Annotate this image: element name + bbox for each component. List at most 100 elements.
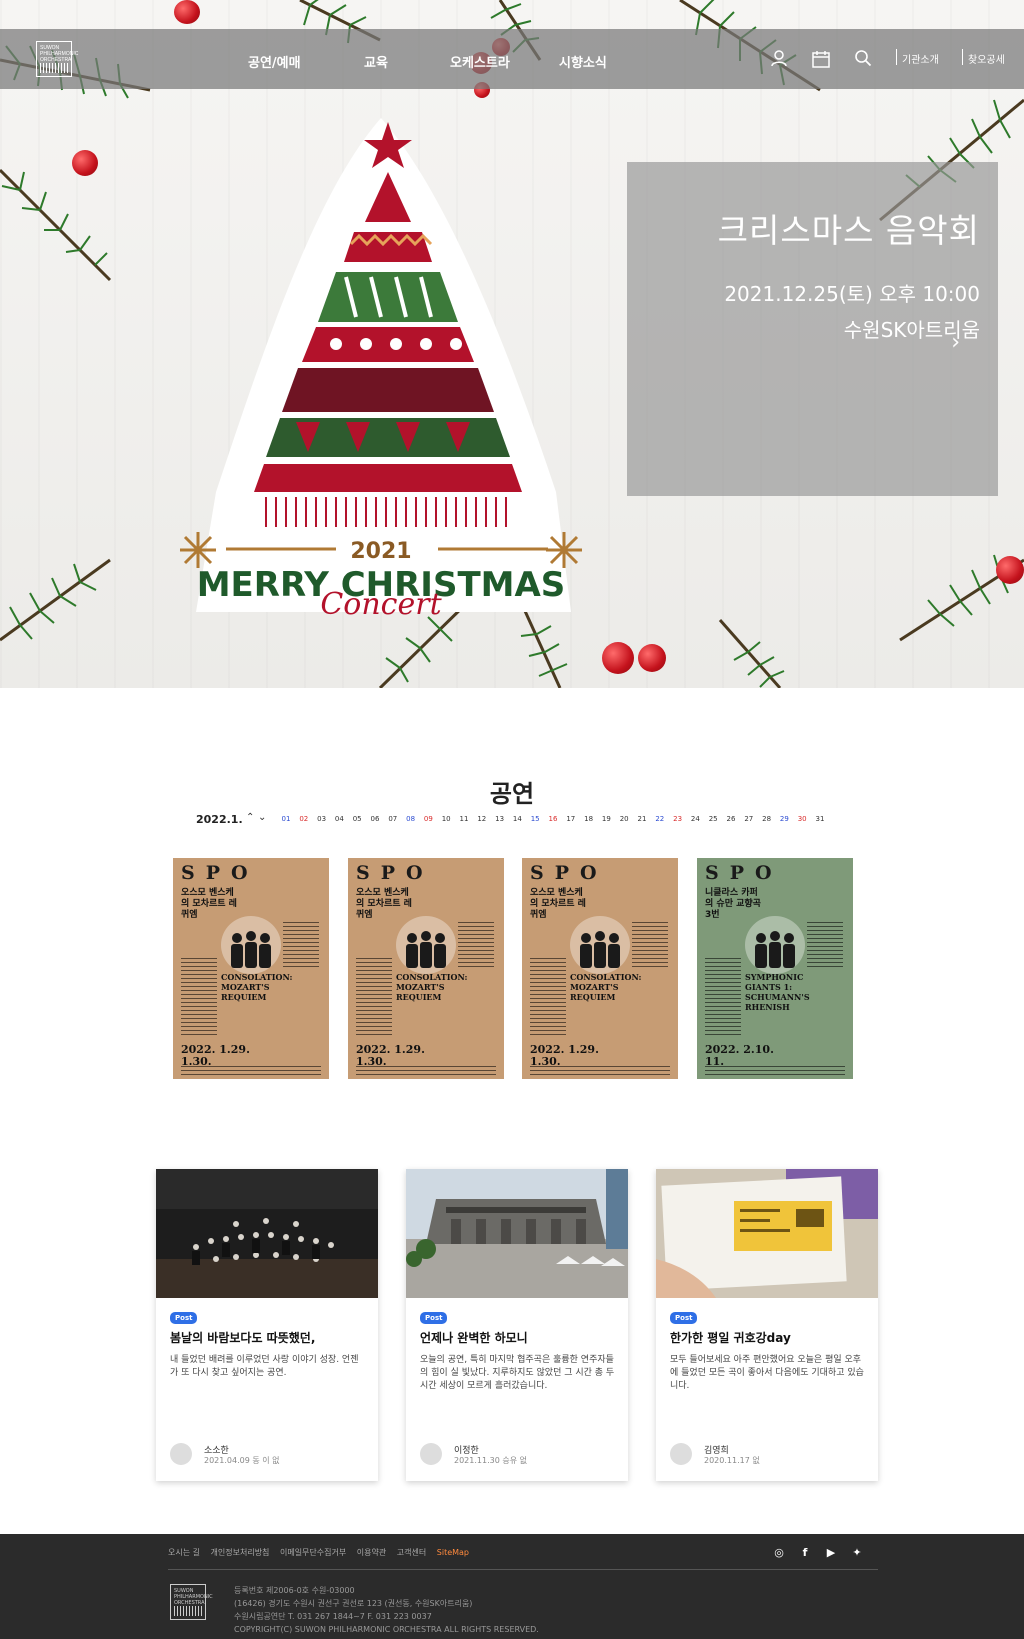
poster-korean-title: 오스모 벤스케의 모차르트 레퀴엠: [530, 888, 586, 920]
calendar-day[interactable]: 27: [743, 815, 755, 823]
top-navigation-bar: SUWON PHILHARMONIC ORCHESTRA 공연/예매 교육 오케…: [0, 29, 1024, 89]
footer-link-terms[interactable]: 이용약관: [357, 1548, 386, 1557]
link-secondary[interactable]: 찾오공세: [968, 51, 1005, 66]
calendar-day[interactable]: 17: [565, 815, 577, 823]
calendar-day[interactable]: 13: [494, 815, 506, 823]
performers-image: [580, 931, 620, 968]
orchestra-stage-photo: [156, 1169, 378, 1298]
calendar-day[interactable]: 05: [351, 815, 363, 823]
calendar-day[interactable]: 10: [440, 815, 452, 823]
poster-fineprint: [356, 958, 392, 1038]
hero-title: 크리스마스 음악회: [717, 211, 980, 250]
hero-info-panel[interactable]: 크리스마스 음악회 2021.12.25(토) 오후 10:00 수원SK아트리…: [627, 162, 998, 496]
calendar-day[interactable]: 26: [725, 815, 737, 823]
instagram-icon[interactable]: ◎: [772, 1546, 786, 1560]
hero-banner[interactable]: 2021 MERRY CHRISTMAS Concert 크리스마스 음악회 2…: [0, 0, 1024, 688]
facebook-icon[interactable]: f: [798, 1546, 812, 1560]
performance-card[interactable]: SPO 니클라스 카퍼의 슈만 교향곡 3번 SYMPHONIC GIANTS …: [697, 858, 853, 1079]
post-date: 2021.11.30 승유 없: [454, 1456, 527, 1465]
review-card[interactable]: Post 봄날의 바람보다도 따뜻했던, 내 들었던 배려를 이루었던 사랑 이…: [156, 1169, 378, 1481]
poster-subtitle: Concert: [320, 587, 442, 620]
twitter-icon[interactable]: ✦: [850, 1546, 864, 1560]
poster-date: 2022. 1.29. 1.30.: [356, 1043, 425, 1068]
calendar-day[interactable]: 22: [654, 815, 666, 823]
calendar-day[interactable]: 08: [405, 815, 417, 823]
footer-link-support[interactable]: 고객센터: [397, 1548, 426, 1557]
footer-divider: [168, 1569, 878, 1570]
chevron-right-icon[interactable]: ›: [951, 330, 960, 355]
post-title[interactable]: 봄날의 바람보다도 따뜻했던,: [170, 1329, 315, 1346]
calendar-day[interactable]: 09: [422, 815, 434, 823]
poster-korean-title: 오스모 벤스케의 모차르트 레퀴엠: [356, 888, 412, 920]
performers-image: [755, 931, 795, 968]
calendar-day[interactable]: 07: [387, 815, 399, 823]
calendar-day[interactable]: 31: [814, 815, 826, 823]
poster-fineprint: [807, 922, 843, 970]
link-about[interactable]: 기관소개: [902, 51, 939, 66]
calendar-day[interactable]: 23: [672, 815, 684, 823]
review-card[interactable]: Post 한가한 평일 귀호강day 모두 들어보세요 아주 편안했어요 오늘은…: [656, 1169, 878, 1481]
post-excerpt: 오늘의 공연, 특히 마지막 협주곡은 훌륭한 연주자들의 힘이 실 빛났다. …: [420, 1355, 615, 1391]
calendar-day[interactable]: 04: [333, 815, 345, 823]
calendar-day[interactable]: 25: [707, 815, 719, 823]
post-date: 2020.11.17 없: [704, 1456, 760, 1465]
christmas-concert-poster[interactable]: 2021 MERRY CHRISTMAS Concert: [176, 112, 586, 620]
poster-date: 2022. 1.29. 1.30.: [181, 1043, 250, 1068]
poster-english-title: CONSOLATION: MOZART'S REQUIEM: [396, 972, 468, 1002]
calendar-day[interactable]: 28: [761, 815, 773, 823]
nav-item-orchestra[interactable]: 오케스트라: [450, 52, 510, 71]
calendar-icon[interactable]: [811, 49, 831, 69]
calendar-day[interactable]: 03: [316, 815, 328, 823]
nav-item-news[interactable]: 시향소식: [559, 52, 607, 71]
search-icon[interactable]: [854, 49, 872, 67]
footer-link-directions[interactable]: 오시는 길: [168, 1548, 200, 1557]
performance-card[interactable]: SPO 오스모 벤스케의 모차르트 레퀴엠 CONSOLATION: MOZAR…: [348, 858, 504, 1079]
calendar-day[interactable]: 21: [636, 815, 648, 823]
performance-card[interactable]: SPO 오스모 벤스케의 모차르트 레퀴엠 CONSOLATION: MOZAR…: [173, 858, 329, 1079]
calendar-day[interactable]: 01: [280, 815, 292, 823]
calendar-day[interactable]: 19: [600, 815, 612, 823]
poster-fineprint: [458, 922, 494, 970]
calendar-day[interactable]: 24: [689, 815, 701, 823]
site-footer: 오시는 길 개인정보처리방침 이메일무단수집거부 이용약관 고객센터 SiteM…: [0, 1534, 1024, 1639]
chevron-down-icon[interactable]: ⌄: [258, 812, 266, 823]
poster-year: 2021: [350, 539, 411, 564]
post-title[interactable]: 한가한 평일 귀호강day: [670, 1329, 791, 1346]
chevron-up-icon[interactable]: ⌃: [246, 812, 254, 823]
poster-brand: SPO: [356, 862, 434, 884]
site-logo[interactable]: SUWON PHILHARMONIC ORCHESTRA: [36, 41, 78, 77]
calendar-day[interactable]: 11: [458, 815, 470, 823]
footer-links: 오시는 길 개인정보처리방침 이메일무단수집거부 이용약관 고객센터 SiteM…: [168, 1547, 477, 1558]
ticket-photo: [656, 1169, 878, 1298]
poster-fineprint: [705, 958, 741, 1038]
calendar-day[interactable]: 30: [796, 815, 808, 823]
performers-image: [231, 931, 271, 968]
poster-korean-title: 니클라스 카퍼의 슈만 교향곡 3번: [705, 888, 761, 920]
performance-card[interactable]: SPO 오스모 벤스케의 모차르트 레퀴엠 CONSOLATION: MOZAR…: [522, 858, 678, 1079]
poster-fineprint: [356, 1066, 496, 1075]
calendar-day[interactable]: 12: [476, 815, 488, 823]
poster-brand: SPO: [530, 862, 608, 884]
nav-item-education[interactable]: 교육: [364, 52, 388, 71]
nav-item-performance[interactable]: 공연/예매: [248, 52, 301, 71]
calendar-day[interactable]: 18: [583, 815, 595, 823]
user-icon[interactable]: [770, 49, 788, 67]
youtube-icon[interactable]: ▶: [824, 1546, 838, 1560]
footer-link-privacy[interactable]: 개인정보처리방침: [211, 1548, 270, 1557]
calendar-day[interactable]: 14: [511, 815, 523, 823]
calendar-day[interactable]: 06: [369, 815, 381, 823]
calendar-day[interactable]: 16: [547, 815, 559, 823]
poster-fineprint: [530, 1066, 670, 1075]
post-title[interactable]: 언제나 완벽한 하모니: [420, 1329, 528, 1346]
post-excerpt: 내 들었던 배려를 이루었던 사랑 이야기 성장. 언젠가 또 다시 찾고 싶어…: [170, 1355, 359, 1378]
calendar-day[interactable]: 02: [298, 815, 310, 823]
poster-fineprint: [181, 1066, 321, 1075]
footer-link-sitemap[interactable]: SiteMap: [437, 1548, 469, 1557]
calendar-day[interactable]: 29: [778, 815, 790, 823]
footer-link-email-policy[interactable]: 이메일무단수집거부: [280, 1548, 346, 1557]
poster-brand: SPO: [705, 862, 783, 884]
calendar-day[interactable]: 15: [529, 815, 541, 823]
berry-decoration: [72, 150, 98, 176]
calendar-day[interactable]: 20: [618, 815, 630, 823]
review-card[interactable]: Post 언제나 완벽한 하모니 오늘의 공연, 특히 마지막 협주곡은 훌륭한…: [406, 1169, 628, 1481]
